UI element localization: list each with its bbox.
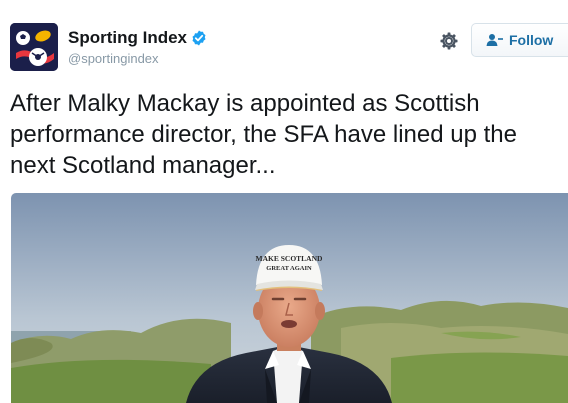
- account-avatar[interactable]: [10, 23, 58, 71]
- gear-icon[interactable]: [439, 31, 459, 51]
- trump-golf-course-photo: MAKE SCOTLAND GREAT AGAIN: [11, 193, 568, 403]
- account-name-row[interactable]: Sporting Index: [68, 28, 207, 48]
- verified-badge-icon: [192, 30, 206, 46]
- follow-button-label: Follow: [509, 32, 554, 48]
- cap-text-line1: MAKE SCOTLAND: [256, 254, 323, 263]
- sporting-index-logo-icon: [10, 23, 58, 71]
- tweet-card: Sporting Index @sportingindex Follow Aft…: [0, 0, 568, 403]
- cap-text-line2: GREAT AGAIN: [266, 265, 312, 272]
- follow-button[interactable]: Follow: [471, 23, 568, 57]
- tweet-text: After Malky Mackay is appointed as Scott…: [10, 90, 517, 179]
- account-display-name[interactable]: Sporting Index: [68, 28, 187, 48]
- add-user-icon: [486, 34, 503, 46]
- account-handle[interactable]: @sportingindex: [68, 51, 159, 66]
- tweet-photo[interactable]: MAKE SCOTLAND GREAT AGAIN: [11, 193, 568, 403]
